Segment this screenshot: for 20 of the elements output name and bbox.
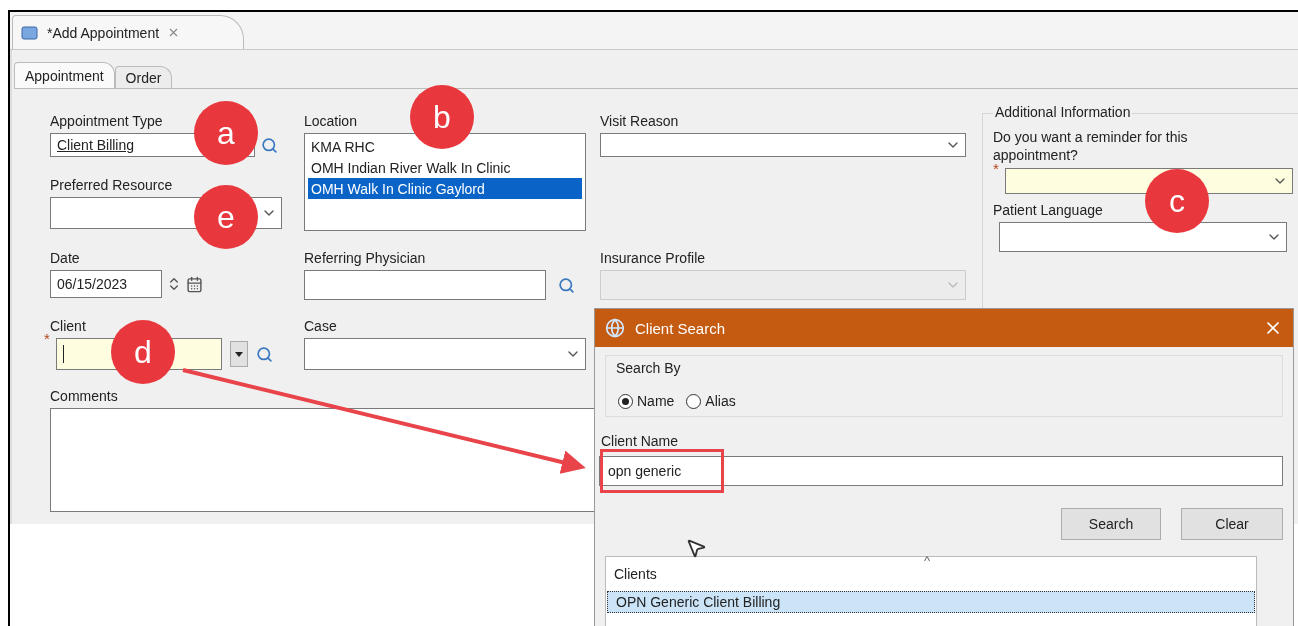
required-mark: * [993,164,999,174]
field-label: Do you want a reminder for this appointment? [993,128,1189,164]
field-label: Preferred Resource [50,177,173,194]
field-label: Case [304,318,337,335]
field-label: Client [50,318,86,335]
editor-tab-title: *Add Appointment [47,24,160,41]
field-label: Date [50,250,80,267]
required-mark: * [44,334,50,344]
sort-mark: ^ [924,553,931,568]
field-label: Patient Language [993,202,1103,219]
dialog-title: Client Search [635,319,727,337]
field-label: Location [304,113,357,130]
field-label: Appointment Type [50,113,163,130]
field-label: Referring Physician [304,250,426,267]
group-title: Search By [616,360,681,376]
group-title: Additional Information [993,104,1133,120]
field-label: Comments [50,388,118,405]
field-label: Visit Reason [600,113,679,130]
field-label: Insurance Profile [600,250,706,267]
field-label: Client Name [601,433,680,450]
